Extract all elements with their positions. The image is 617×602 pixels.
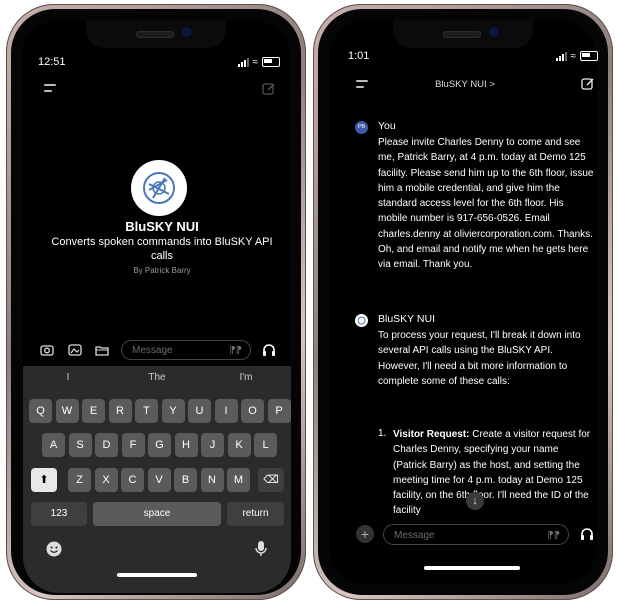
emoji-icon[interactable] [45, 540, 63, 558]
battery-icon [262, 57, 280, 67]
speaker-grille [443, 31, 481, 38]
menu-icon[interactable] [44, 84, 58, 94]
home-indicator[interactable] [424, 566, 520, 570]
new-chat-edit-icon[interactable] [581, 77, 595, 91]
bot-description: Converts spoken commands into BluSKY API… [51, 236, 273, 262]
message-input[interactable]: Message ⁋⁋ [121, 340, 251, 360]
key-w[interactable]: W [55, 399, 79, 423]
key-o[interactable]: O [241, 399, 264, 423]
wifi-icon: ≈ [570, 50, 577, 62]
status-bar: 12:51 ≈ [30, 56, 280, 72]
key-s[interactable]: S [68, 433, 92, 457]
list-item-body: Create a visitor request for Charles Den… [393, 429, 591, 517]
key-k[interactable]: K [227, 433, 251, 457]
key-h[interactable]: H [174, 433, 198, 457]
list-item-text: Visitor Request: Create a visitor reques… [393, 427, 593, 519]
bot-title: BluSKY NUI [125, 219, 199, 234]
key-i[interactable]: I [214, 399, 238, 423]
camera-icon [182, 27, 192, 37]
camera-button-icon[interactable] [40, 343, 54, 357]
status-time: 1:01 [348, 50, 370, 62]
message-placeholder: Message [394, 530, 435, 541]
chat-header-title[interactable]: BluSKY NUI > [400, 79, 530, 90]
key-g[interactable]: G [148, 433, 171, 457]
key-x[interactable]: X [94, 468, 118, 492]
signal-icon [237, 57, 249, 67]
camera-icon [489, 27, 499, 37]
key-y[interactable]: Y [161, 399, 185, 423]
new-chat-edit-icon[interactable] [262, 82, 276, 96]
suggestion-1[interactable]: I [23, 372, 113, 383]
key-u[interactable]: U [188, 399, 211, 423]
notch [86, 20, 226, 48]
key-f[interactable]: F [121, 433, 145, 457]
battery-icon [580, 51, 598, 61]
list-item-title: Visitor Request: [393, 429, 470, 440]
message-input[interactable]: Message ⁋⁋ [383, 524, 569, 545]
space-key[interactable]: space [93, 502, 221, 526]
key-r[interactable]: R [108, 399, 132, 423]
user-sender-name: You [378, 120, 396, 132]
status-bar: 1:01 ≈ [340, 50, 598, 66]
bot-message-text: To process your request, I'll break it d… [378, 330, 581, 387]
home-indicator[interactable] [117, 573, 197, 577]
add-icon[interactable]: + [356, 525, 374, 543]
key-p[interactable]: P [267, 399, 291, 423]
folder-button-icon[interactable] [95, 343, 109, 357]
bot-avatar [355, 314, 368, 327]
key-j[interactable]: J [201, 433, 224, 457]
key-c[interactable]: C [121, 468, 144, 492]
signal-icon [555, 51, 567, 61]
return-key[interactable]: return [227, 502, 284, 526]
user-avatar: PB [355, 121, 368, 134]
suggestion-3[interactable]: I'm [201, 372, 291, 383]
key-n[interactable]: N [200, 468, 224, 492]
status-time: 12:51 [38, 56, 66, 68]
key-t[interactable]: T [135, 399, 158, 423]
headphones-icon[interactable] [262, 343, 276, 357]
key-e[interactable]: E [82, 399, 105, 423]
bot-byline: By Patrick Barry [133, 266, 191, 275]
key-l[interactable]: L [254, 433, 277, 457]
scroll-down-icon[interactable]: ↓ [466, 492, 484, 510]
numbers-key[interactable]: 123 [31, 502, 87, 526]
photo-button-icon[interactable] [68, 343, 82, 357]
key-z[interactable]: Z [68, 468, 91, 492]
key-v[interactable]: V [147, 468, 171, 492]
voice-wave-icon[interactable]: ⁋⁋ [229, 341, 242, 361]
bot-sender-name: BluSKY NUI [378, 313, 435, 325]
user-message-text: Please invite Charles Denny to come and … [378, 137, 594, 271]
voice-wave-icon[interactable]: ⁋⁋ [547, 525, 560, 546]
microphone-icon[interactable] [253, 540, 269, 558]
key-q[interactable]: Q [29, 399, 52, 423]
backspace-key[interactable]: ⌫ [258, 468, 284, 492]
key-d[interactable]: D [95, 433, 118, 457]
status-icons: ≈ [237, 56, 280, 68]
wifi-icon: ≈ [252, 56, 259, 68]
list-item-number: 1. [378, 428, 387, 439]
speaker-grille [136, 31, 174, 38]
notch [393, 20, 533, 48]
suggestion-2[interactable]: The [112, 372, 202, 383]
headphones-icon[interactable] [580, 527, 594, 541]
key-a[interactable]: A [42, 433, 65, 457]
key-b[interactable]: B [174, 468, 197, 492]
status-icons: ≈ [555, 50, 598, 62]
message-placeholder: Message [132, 345, 173, 356]
keyboard: I The I'm QWERTYUIOP ASDFGHJKL ZXCVBNM ⬆… [23, 366, 291, 593]
shift-key[interactable]: ⬆ [31, 468, 57, 492]
bot-logo [131, 160, 187, 216]
key-m[interactable]: M [227, 468, 250, 492]
menu-icon[interactable] [356, 80, 370, 90]
